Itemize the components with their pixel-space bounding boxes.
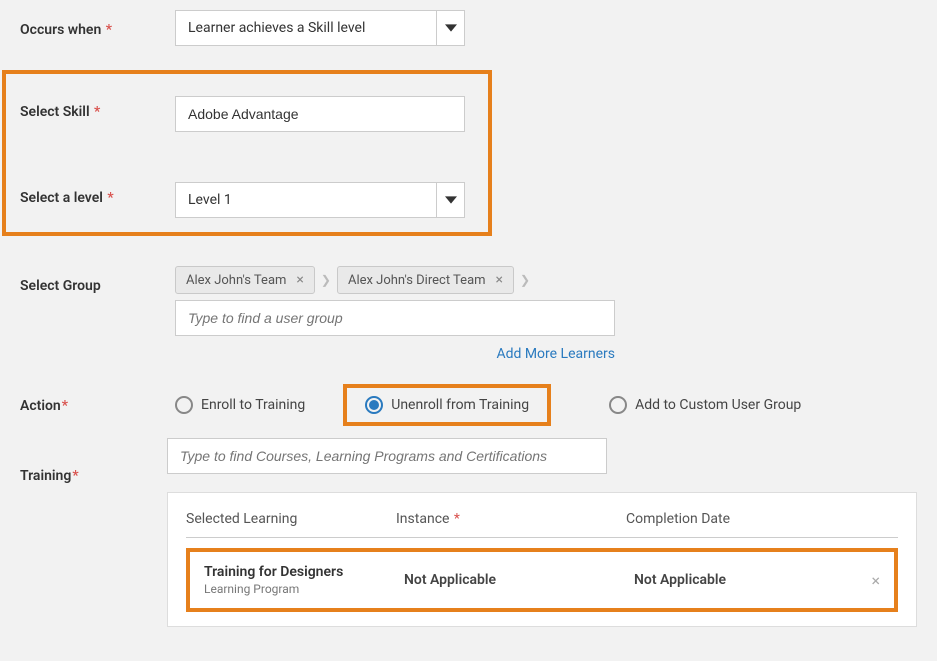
skill-level-highlight: Select Skill * Select a level * Level 1 <box>2 70 492 236</box>
occurs-when-value: Learner achieves a Skill level <box>176 12 436 44</box>
radio-enroll[interactable]: Enroll to Training <box>175 396 305 414</box>
skill-input[interactable] <box>175 96 465 132</box>
radio-unenroll-highlight: Unenroll from Training <box>343 384 551 426</box>
group-breadcrumb: Alex John's Team × ❯ Alex John's Direct … <box>175 266 917 294</box>
radio-icon <box>609 396 627 414</box>
training-completion: Not Applicable <box>634 572 834 588</box>
training-table: Selected Learning Instance * Completion … <box>167 492 917 627</box>
table-header: Selected Learning Instance * Completion … <box>186 507 898 538</box>
chevron-down-icon <box>436 183 464 217</box>
radio-icon <box>175 396 193 414</box>
select-group-label: Select Group <box>20 266 175 294</box>
group-chip[interactable]: Alex John's Team × <box>175 266 315 294</box>
occurs-when-label: Occurs when * <box>20 10 175 38</box>
training-subtitle: Learning Program <box>204 582 404 596</box>
th-learning: Selected Learning <box>186 511 396 527</box>
chevron-right-icon: ❯ <box>321 273 331 287</box>
remove-training-button[interactable]: × <box>834 571 880 590</box>
training-instance: Not Applicable <box>404 572 634 588</box>
radio-label: Enroll to Training <box>201 397 305 413</box>
training-title: Training for Designers <box>204 564 404 580</box>
level-dropdown[interactable]: Level 1 <box>175 182 465 218</box>
radio-add-group[interactable]: Add to Custom User Group <box>609 396 801 414</box>
group-search-input[interactable] <box>175 300 615 336</box>
training-search-input[interactable] <box>167 438 607 474</box>
th-instance: Instance * <box>396 511 626 527</box>
chevron-right-icon: ❯ <box>520 273 530 287</box>
occurs-when-dropdown[interactable]: Learner achieves a Skill level <box>175 10 465 46</box>
radio-icon-selected <box>365 396 383 414</box>
select-skill-label: Select Skill * <box>20 96 175 120</box>
group-chip-label: Alex John's Team <box>186 273 286 288</box>
add-more-learners-link[interactable]: Add More Learners <box>175 346 615 362</box>
th-completion: Completion Date <box>626 511 898 527</box>
radio-label: Add to Custom User Group <box>635 397 801 413</box>
level-value: Level 1 <box>176 184 436 216</box>
group-chip-label: Alex John's Direct Team <box>348 273 486 288</box>
select-level-label: Select a level * <box>20 182 175 206</box>
table-row: Training for Designers Learning Program … <box>186 548 898 612</box>
training-label: Training* <box>20 438 167 484</box>
group-chip[interactable]: Alex John's Direct Team × <box>337 266 514 294</box>
chevron-down-icon <box>436 11 464 45</box>
radio-label: Unenroll from Training <box>391 397 529 413</box>
radio-unenroll[interactable]: Unenroll from Training <box>365 396 529 414</box>
close-icon[interactable]: × <box>296 272 303 288</box>
close-icon[interactable]: × <box>496 272 503 288</box>
action-label: Action* <box>20 386 175 414</box>
